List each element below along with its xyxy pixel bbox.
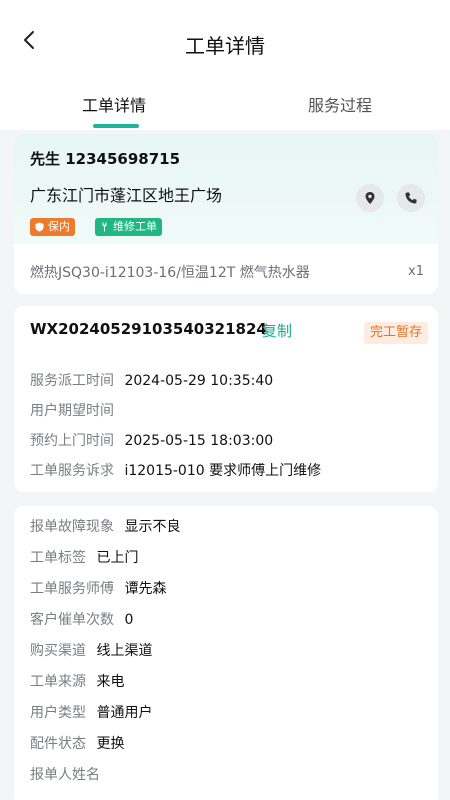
location-button[interactable] — [356, 184, 384, 212]
info-value: 2025-05-15 18:03:00 — [124, 433, 274, 449]
repair-tag-label: 维修工单 — [113, 220, 157, 233]
detail-row-technician: 工单服务师傅 谭先森 — [30, 578, 166, 598]
detail-label: 报单故障现象 — [30, 519, 114, 535]
detail-row-fault: 报单故障现象 显示不良 — [30, 516, 180, 536]
detail-label: 用户类型 — [30, 705, 86, 721]
order-info-card: WX20240529103540321824 复制 完工暂存 服务派工时间 20… — [14, 306, 438, 492]
detail-row-user-type: 用户类型 普通用户 — [30, 702, 152, 722]
detail-label: 客户催单次数 — [30, 612, 114, 628]
active-tab-indicator — [93, 124, 139, 128]
phone-icon — [405, 192, 417, 204]
copy-button[interactable]: 复制 — [262, 320, 292, 341]
info-label: 预约上门时间 — [30, 433, 114, 449]
detail-label: 报单人姓名 — [30, 767, 100, 783]
detail-label: 配件状态 — [30, 736, 86, 752]
wrench-icon — [102, 222, 107, 232]
info-label: 用户期望时间 — [30, 403, 114, 419]
detail-value: 更换 — [96, 736, 125, 752]
info-value: 2024-05-29 10:35:40 — [124, 373, 274, 389]
detail-value: 线上渠道 — [96, 643, 153, 659]
call-button[interactable] — [397, 184, 425, 212]
info-value: i12015-010 要求师傅上门维修 — [124, 463, 322, 479]
detail-label: 工单标签 — [30, 550, 86, 566]
tab-order-details[interactable]: 工单详情 — [82, 92, 146, 116]
order-number: WX20240529103540321824 — [30, 320, 267, 338]
detail-row-reporter-name: 报单人姓名 — [30, 764, 110, 784]
detail-value: 已上门 — [96, 550, 139, 566]
detail-row-source: 工单来源 来电 — [30, 671, 124, 691]
info-label: 服务派工时间 — [30, 373, 114, 389]
info-row-dispatch-time: 服务派工时间 2024-05-29 10:35:40 — [30, 370, 273, 390]
customer-address[interactable]: 广东江门市蓬江区地王广场 — [30, 182, 222, 206]
page-title: 工单详情 — [185, 34, 265, 58]
customer-name-phone: 先生 12345698715 — [30, 150, 181, 168]
top-bar: 工单详情 — [0, 0, 450, 80]
warranty-tag: 保内 — [30, 218, 75, 236]
info-row-appointment-time: 预约上门时间 2025-05-15 18:03:00 — [30, 430, 273, 450]
detail-value: 显示不良 — [124, 519, 181, 535]
order-detail-card: 报单故障现象 显示不良 工单标签 已上门 工单服务师傅 谭先森 客户催单次数 0… — [14, 506, 438, 800]
warranty-tag-label: 保内 — [48, 220, 70, 233]
detail-row-urge-count: 客户催单次数 0 — [30, 609, 133, 629]
info-row-service-request: 工单服务诉求 i12015-010 要求师傅上门维修 — [30, 460, 321, 480]
detail-value: 普通用户 — [96, 705, 153, 721]
detail-value: 0 — [124, 612, 134, 628]
product-quantity: x1 — [408, 264, 424, 279]
detail-value: 谭先森 — [124, 581, 167, 597]
info-row-expected-time: 用户期望时间 — [30, 400, 124, 420]
tab-bar: 工单详情 服务过程 — [0, 80, 450, 130]
detail-row-parts-status: 配件状态 更换 — [30, 733, 124, 753]
detail-label: 工单服务师傅 — [30, 581, 114, 597]
tab-service-process[interactable]: 服务过程 — [308, 92, 372, 116]
detail-row-channel: 购买渠道 线上渠道 — [30, 640, 152, 660]
repair-order-tag: 维修工单 — [95, 218, 162, 236]
location-pin-icon — [365, 192, 375, 204]
shield-icon — [35, 222, 44, 232]
status-badge: 完工暂存 — [364, 322, 429, 344]
customer-card: 先生 12345698715 广东江门市蓬江区地王广场 保内 维修工单 燃热JS… — [14, 134, 438, 294]
detail-row-tag: 工单标签 已上门 — [30, 547, 138, 567]
detail-label: 购买渠道 — [30, 643, 86, 659]
detail-value: 来电 — [96, 674, 125, 690]
info-label: 工单服务诉求 — [30, 463, 114, 479]
detail-label: 工单来源 — [30, 674, 86, 690]
product-name: 燃热JSQ30-i12103-16/恒温12T 燃气热水器 — [30, 265, 310, 281]
customer-info-section: 先生 12345698715 广东江门市蓬江区地王广场 保内 维修工单 — [14, 134, 438, 244]
